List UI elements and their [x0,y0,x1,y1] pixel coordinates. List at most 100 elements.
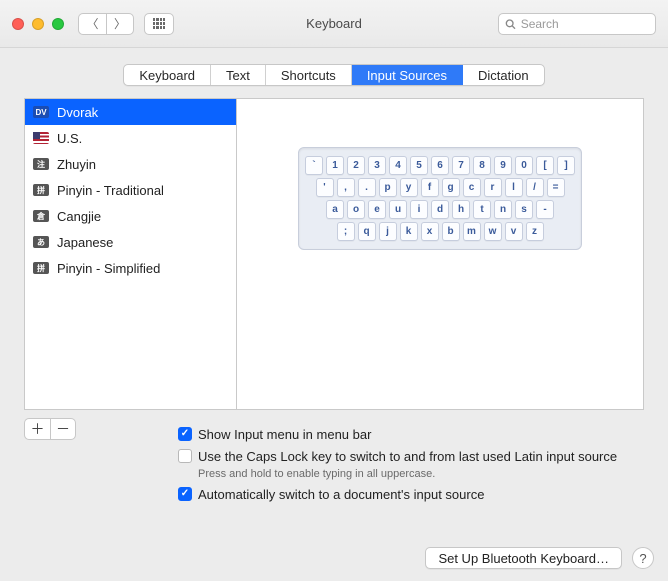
source-flag-icon: DV [33,106,49,118]
source-item[interactable]: 拼 Pinyin - Simplified [25,255,236,281]
keyboard-key: 9 [494,156,512,175]
option-hint: Press and hold to enable typing in all u… [198,468,652,480]
keyboard-key: g [442,178,460,197]
tab-keyboard[interactable]: Keyboard [124,65,211,85]
source-label: Pinyin - Simplified [57,261,160,276]
content: DV Dvorak U.S. 注 Zhuyin 拼 Pinyin - Traditional… [0,98,668,410]
source-item[interactable]: あ Japanese [25,229,236,255]
keyboard-row: ',.pyfgcrl/= [305,178,575,197]
source-label: Cangjie [57,209,101,224]
keyboard-key: 6 [431,156,449,175]
keyboard-key: 0 [515,156,533,175]
source-flag-icon [33,132,49,144]
back-button[interactable]: 〈 [78,13,106,35]
grid-icon [153,18,165,30]
keyboard-row: aoeuidhtns- [305,200,575,219]
option-caps-lock-switch[interactable]: Use the Caps Lock key to switch to and f… [178,448,652,466]
source-label: Dvorak [57,105,98,120]
checkbox-show-input-menu[interactable] [178,427,192,441]
source-item[interactable]: 拼 Pinyin - Traditional [25,177,236,203]
nav-buttons: 〈 〉 [78,13,134,35]
footer: Set Up Bluetooth Keyboard… ? [425,547,654,569]
source-label: Pinyin - Traditional [57,183,164,198]
keyboard-key: y [400,178,418,197]
keyboard-key: 2 [347,156,365,175]
search-icon [505,18,516,30]
keyboard-preview: `1234567890[] ',.pyfgcrl/= aoeuidhtns- ;qjk… [236,98,644,410]
source-flag-icon: 拼 [33,262,49,274]
keyboard-key: z [526,222,544,241]
add-source-button[interactable]: ＋ [24,418,50,440]
keyboard-key: - [536,200,554,219]
keyboard-key: / [526,178,544,197]
keyboard-key: w [484,222,502,241]
tab-input-sources[interactable]: Input Sources [352,65,463,85]
window-title: Keyboard [306,16,362,31]
keyboard-key: p [379,178,397,197]
keyboard-key: ` [305,156,323,175]
zoom-icon[interactable] [52,18,64,30]
chevron-left-icon: 〈 [86,15,98,32]
keyboard-key: a [326,200,344,219]
source-flag-icon: 注 [33,158,49,170]
source-item[interactable]: 倉Cangjie [25,203,236,229]
keyboard-key: c [463,178,481,197]
keyboard-key: . [358,178,376,197]
keyboard-key: [ [536,156,554,175]
keyboard-row: ;qjkxbmwvz [305,222,575,241]
keyboard-key: ' [316,178,334,197]
keyboard-key: j [379,222,397,241]
source-flag-icon: 拼 [33,184,49,196]
source-label: U.S. [57,131,82,146]
option-label: Show Input menu in menu bar [198,426,371,444]
keyboard-key: ; [337,222,355,241]
keyboard-key: n [494,200,512,219]
keyboard-key: b [442,222,460,241]
forward-button[interactable]: 〉 [106,13,134,35]
source-item[interactable]: DV Dvorak [25,99,236,125]
keyboard-key: = [547,178,565,197]
keyboard-key: m [463,222,481,241]
tab-text[interactable]: Text [211,65,266,85]
keyboard-key: u [389,200,407,219]
option-show-input-menu[interactable]: Show Input menu in menu bar [178,426,652,444]
keyboard-key: v [505,222,523,241]
keyboard-key: 5 [410,156,428,175]
keyboard-key: t [473,200,491,219]
source-item[interactable]: 注 Zhuyin [25,151,236,177]
help-button[interactable]: ? [632,547,654,569]
keyboard-key: , [337,178,355,197]
tab-dictation[interactable]: Dictation [463,65,544,85]
option-auto-switch[interactable]: Automatically switch to a document's inp… [178,486,652,504]
keyboard-key: f [421,178,439,197]
minimize-icon[interactable] [32,18,44,30]
search-field[interactable] [498,13,656,35]
keyboard-key: h [452,200,470,219]
bluetooth-keyboard-button[interactable]: Set Up Bluetooth Keyboard… [425,547,622,569]
search-input[interactable] [521,17,649,31]
source-label: Zhuyin [57,157,96,172]
keyboard-key: 7 [452,156,470,175]
input-source-list[interactable]: DV Dvorak U.S. 注 Zhuyin 拼 Pinyin - Traditional… [24,98,236,410]
remove-source-button[interactable]: － [50,418,76,440]
keyboard-row: `1234567890[] [305,156,575,175]
checkbox-caps-lock[interactable] [178,449,192,463]
tab-bar: KeyboardTextShortcutsInput SourcesDictat… [123,64,544,86]
tab-shortcuts[interactable]: Shortcuts [266,65,352,85]
source-flag-icon: あ [33,236,49,248]
chevron-right-icon: 〉 [114,15,126,32]
tabs-row: KeyboardTextShortcutsInput SourcesDictat… [0,48,668,98]
keyboard-key: 3 [368,156,386,175]
keyboard-key: 4 [389,156,407,175]
show-all-button[interactable] [144,13,174,35]
keyboard-key: 8 [473,156,491,175]
source-label: Japanese [57,235,113,250]
window-controls [12,18,64,30]
keyboard-layout: `1234567890[] ',.pyfgcrl/= aoeuidhtns- ;qjk… [298,147,582,250]
option-label: Automatically switch to a document's inp… [198,486,484,504]
close-icon[interactable] [12,18,24,30]
keyboard-key: 1 [326,156,344,175]
keyboard-key: q [358,222,376,241]
source-item[interactable]: U.S. [25,125,236,151]
checkbox-auto-switch[interactable] [178,487,192,501]
